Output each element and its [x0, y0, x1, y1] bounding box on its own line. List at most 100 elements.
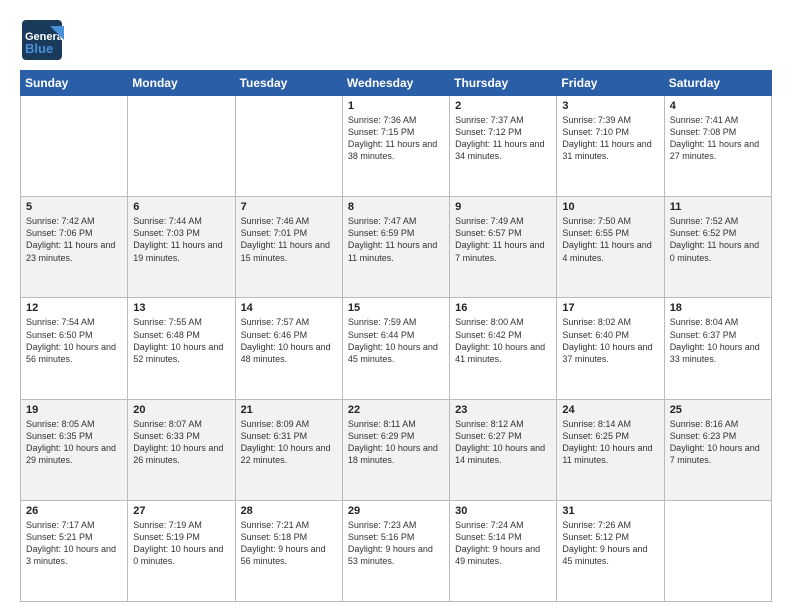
- cell-details: Sunrise: 7:36 AMSunset: 7:15 PMDaylight:…: [348, 114, 444, 163]
- weekday-header-row: SundayMondayTuesdayWednesdayThursdayFrid…: [21, 71, 772, 96]
- calendar-cell: [128, 96, 235, 197]
- day-number: 14: [241, 302, 337, 314]
- day-number: 3: [562, 100, 658, 112]
- day-number: 18: [670, 302, 766, 314]
- day-number: 21: [241, 404, 337, 416]
- cell-details: Sunrise: 7:17 AMSunset: 5:21 PMDaylight:…: [26, 519, 122, 568]
- cell-details: Sunrise: 7:55 AMSunset: 6:48 PMDaylight:…: [133, 316, 229, 365]
- day-number: 15: [348, 302, 444, 314]
- cell-details: Sunrise: 7:57 AMSunset: 6:46 PMDaylight:…: [241, 316, 337, 365]
- day-number: 7: [241, 201, 337, 213]
- day-number: 17: [562, 302, 658, 314]
- day-number: 20: [133, 404, 229, 416]
- calendar-cell: 9 Sunrise: 7:49 AMSunset: 6:57 PMDaylight…: [450, 197, 557, 298]
- logo: General Blue: [20, 18, 64, 62]
- weekday-header-saturday: Saturday: [664, 71, 771, 96]
- cell-details: Sunrise: 8:07 AMSunset: 6:33 PMDaylight:…: [133, 418, 229, 467]
- day-number: 6: [133, 201, 229, 213]
- calendar-cell: 26 Sunrise: 7:17 AMSunset: 5:21 PMDayligh…: [21, 500, 128, 601]
- page: General Blue SundayMondayTuesdayWednesda…: [0, 0, 792, 612]
- cell-details: Sunrise: 8:02 AMSunset: 6:40 PMDaylight:…: [562, 316, 658, 365]
- day-number: 27: [133, 505, 229, 517]
- day-number: 11: [670, 201, 766, 213]
- calendar-cell: 2Sunrise: 7:37 AMSunset: 7:12 PMDaylight…: [450, 96, 557, 197]
- cell-details: Sunrise: 7:46 AMSunset: 7:01 PMDaylight:…: [241, 215, 337, 264]
- calendar-cell: 23 Sunrise: 8:12 AMSunset: 6:27 PMDayligh…: [450, 399, 557, 500]
- cell-details: Sunrise: 7:54 AMSunset: 6:50 PMDaylight:…: [26, 316, 122, 365]
- calendar-cell: 25 Sunrise: 8:16 AMSunset: 6:23 PMDayligh…: [664, 399, 771, 500]
- calendar-cell: 19Sunrise: 8:05 AMSunset: 6:35 PMDayligh…: [21, 399, 128, 500]
- calendar-cell: 22 Sunrise: 8:11 AMSunset: 6:29 PMDayligh…: [342, 399, 449, 500]
- cell-details: Sunrise: 7:23 AMSunset: 5:16 PMDaylight:…: [348, 519, 444, 568]
- calendar-cell: 13Sunrise: 7:55 AMSunset: 6:48 PMDayligh…: [128, 298, 235, 399]
- calendar-week-5: 26 Sunrise: 7:17 AMSunset: 5:21 PMDayligh…: [21, 500, 772, 601]
- calendar-cell: 20 Sunrise: 8:07 AMSunset: 6:33 PMDayligh…: [128, 399, 235, 500]
- calendar-cell: 8 Sunrise: 7:47 AMSunset: 6:59 PMDaylight…: [342, 197, 449, 298]
- calendar-cell: 27 Sunrise: 7:19 AMSunset: 5:19 PMDayligh…: [128, 500, 235, 601]
- weekday-header-thursday: Thursday: [450, 71, 557, 96]
- header: General Blue: [20, 18, 772, 62]
- cell-details: Sunrise: 7:21 AMSunset: 5:18 PMDaylight:…: [241, 519, 337, 568]
- cell-details: Sunrise: 7:47 AMSunset: 6:59 PMDaylight:…: [348, 215, 444, 264]
- calendar-cell: 4 Sunrise: 7:41 AMSunset: 7:08 PMDaylight…: [664, 96, 771, 197]
- cell-details: Sunrise: 7:42 AMSunset: 7:06 PMDaylight:…: [26, 215, 122, 264]
- calendar-cell: 1 Sunrise: 7:36 AMSunset: 7:15 PMDaylight…: [342, 96, 449, 197]
- day-number: 8: [348, 201, 444, 213]
- cell-details: Sunrise: 7:41 AMSunset: 7:08 PMDaylight:…: [670, 114, 766, 163]
- cell-details: Sunrise: 8:14 AMSunset: 6:25 PMDaylight:…: [562, 418, 658, 467]
- calendar-table: SundayMondayTuesdayWednesdayThursdayFrid…: [20, 70, 772, 602]
- calendar-cell: 17 Sunrise: 8:02 AMSunset: 6:40 PMDayligh…: [557, 298, 664, 399]
- weekday-header-wednesday: Wednesday: [342, 71, 449, 96]
- day-number: 26: [26, 505, 122, 517]
- calendar-cell: [664, 500, 771, 601]
- calendar-week-2: 5Sunrise: 7:42 AMSunset: 7:06 PMDaylight…: [21, 197, 772, 298]
- calendar-cell: 30Sunrise: 7:24 AMSunset: 5:14 PMDayligh…: [450, 500, 557, 601]
- calendar-cell: [21, 96, 128, 197]
- day-number: 10: [562, 201, 658, 213]
- calendar-cell: 3 Sunrise: 7:39 AMSunset: 7:10 PMDaylight…: [557, 96, 664, 197]
- cell-details: Sunrise: 7:49 AMSunset: 6:57 PMDaylight:…: [455, 215, 551, 264]
- weekday-header-friday: Friday: [557, 71, 664, 96]
- day-number: 19: [26, 404, 122, 416]
- cell-details: Sunrise: 8:11 AMSunset: 6:29 PMDaylight:…: [348, 418, 444, 467]
- cell-details: Sunrise: 8:00 AMSunset: 6:42 PMDaylight:…: [455, 316, 551, 365]
- calendar-cell: 11Sunrise: 7:52 AMSunset: 6:52 PMDayligh…: [664, 197, 771, 298]
- calendar-cell: 21Sunrise: 8:09 AMSunset: 6:31 PMDayligh…: [235, 399, 342, 500]
- day-number: 22: [348, 404, 444, 416]
- day-number: 24: [562, 404, 658, 416]
- calendar-cell: 15 Sunrise: 7:59 AMSunset: 6:44 PMDayligh…: [342, 298, 449, 399]
- cell-details: Sunrise: 7:19 AMSunset: 5:19 PMDaylight:…: [133, 519, 229, 568]
- day-number: 25: [670, 404, 766, 416]
- calendar-cell: 28 Sunrise: 7:21 AMSunset: 5:18 PMDayligh…: [235, 500, 342, 601]
- cell-details: Sunrise: 7:26 AMSunset: 5:12 PMDaylight:…: [562, 519, 658, 568]
- calendar-cell: 31 Sunrise: 7:26 AMSunset: 5:12 PMDayligh…: [557, 500, 664, 601]
- weekday-header-monday: Monday: [128, 71, 235, 96]
- day-number: 9: [455, 201, 551, 213]
- cell-details: Sunrise: 8:16 AMSunset: 6:23 PMDaylight:…: [670, 418, 766, 467]
- svg-text:Blue: Blue: [25, 41, 53, 56]
- day-number: 23: [455, 404, 551, 416]
- weekday-header-tuesday: Tuesday: [235, 71, 342, 96]
- cell-details: Sunrise: 7:39 AMSunset: 7:10 PMDaylight:…: [562, 114, 658, 163]
- calendar-week-4: 19Sunrise: 8:05 AMSunset: 6:35 PMDayligh…: [21, 399, 772, 500]
- cell-details: Sunrise: 7:59 AMSunset: 6:44 PMDaylight:…: [348, 316, 444, 365]
- cell-details: Sunrise: 8:04 AMSunset: 6:37 PMDaylight:…: [670, 316, 766, 365]
- cell-details: Sunrise: 8:12 AMSunset: 6:27 PMDaylight:…: [455, 418, 551, 467]
- cell-details: Sunrise: 7:24 AMSunset: 5:14 PMDaylight:…: [455, 519, 551, 568]
- calendar-cell: 12 Sunrise: 7:54 AMSunset: 6:50 PMDayligh…: [21, 298, 128, 399]
- calendar-cell: 5Sunrise: 7:42 AMSunset: 7:06 PMDaylight…: [21, 197, 128, 298]
- day-number: 4: [670, 100, 766, 112]
- calendar-week-1: 1 Sunrise: 7:36 AMSunset: 7:15 PMDaylight…: [21, 96, 772, 197]
- calendar-cell: 6Sunrise: 7:44 AMSunset: 7:03 PMDaylight…: [128, 197, 235, 298]
- day-number: 31: [562, 505, 658, 517]
- logo-icon: General Blue: [20, 18, 64, 62]
- day-number: 28: [241, 505, 337, 517]
- cell-details: Sunrise: 7:50 AMSunset: 6:55 PMDaylight:…: [562, 215, 658, 264]
- weekday-header-sunday: Sunday: [21, 71, 128, 96]
- day-number: 12: [26, 302, 122, 314]
- day-number: 1: [348, 100, 444, 112]
- calendar-cell: 7 Sunrise: 7:46 AMSunset: 7:01 PMDaylight…: [235, 197, 342, 298]
- day-number: 29: [348, 505, 444, 517]
- calendar-week-3: 12 Sunrise: 7:54 AMSunset: 6:50 PMDayligh…: [21, 298, 772, 399]
- cell-details: Sunrise: 7:37 AMSunset: 7:12 PMDaylight:…: [455, 114, 551, 163]
